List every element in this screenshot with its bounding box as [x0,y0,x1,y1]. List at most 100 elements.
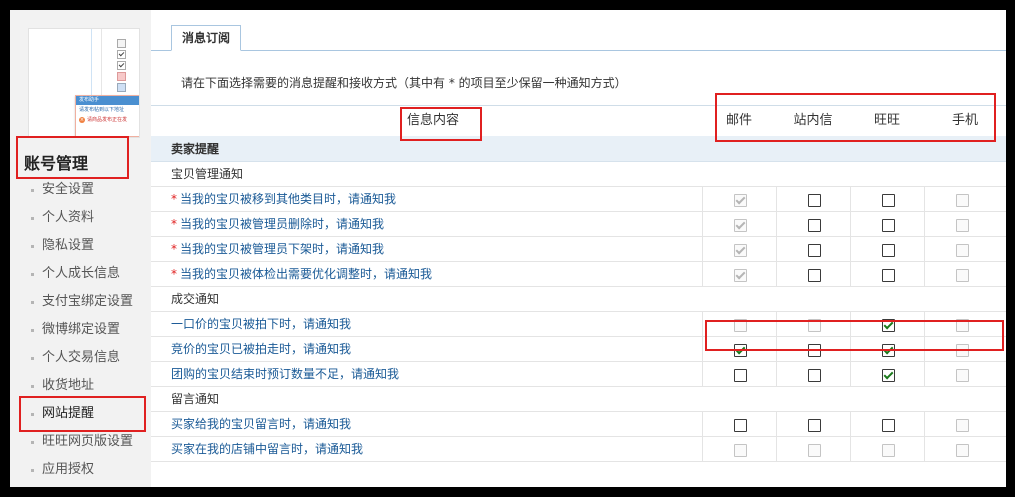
sidebar-item[interactable]: 网站提醒 [10,400,151,428]
thumbnail-popup: 发布助手 请发布帖到以下地址 × 请商品发布正在发 [75,95,139,137]
app-window: 发布助手 请发布帖到以下地址 × 请商品发布正在发 账号管理 安全设置 个人资料 隐私… [10,10,1006,487]
table-row: * 当我的宝贝被移到其他类目时，请通知我 [151,187,1006,212]
email-checkbox[interactable] [733,368,747,382]
wangwang-checkbox[interactable] [881,268,895,282]
required-star: * [171,217,177,231]
row-label: 一口价的宝贝被拍下时，请通知我 [171,312,351,337]
table-row: 买家在我的店铺中留言时，请通知我 [151,437,1006,462]
row-label: * 当我的宝贝被管理员下架时，请通知我 [171,237,384,262]
subscription-table: 卖家提醒 宝贝管理通知 * 当我的宝贝被移到其他类目时，请通知我 * 当我的宝贝被管理员删… [151,136,1006,462]
site-message-checkbox[interactable] [807,193,821,207]
row-label: 竞价的宝贝已被拍走时，请通知我 [171,337,351,362]
wangwang-checkbox [881,443,895,457]
wangwang-checkbox[interactable] [881,418,895,432]
checkbox-cell [850,412,924,437]
wangwang-checkbox[interactable] [881,193,895,207]
sidebar-item[interactable]: 个人成长信息 [10,260,151,288]
section-title: 留言通知 [171,392,220,406]
site-message-checkbox[interactable] [807,343,821,357]
section-title: 账号管理 [24,154,89,173]
row-label: * 当我的宝贝被管理员删除时，请通知我 [171,212,384,237]
preview-thumbnail: 发布助手 请发布帖到以下地址 × 请商品发布正在发 [28,28,140,138]
table-row: * 当我的宝贝被管理员删除时，请通知我 [151,212,1006,237]
row-label-text: 竞价的宝贝已被拍走时，请通知我 [171,342,352,356]
table-row: * 当我的宝贝被体检出需要优化调整时，请通知我 [151,262,1006,287]
instruction-text: 请在下面选择需要的消息提醒和接收方式（其中有 * 的项目至少保留一种通知方式） [181,76,627,90]
table-row: 竞价的宝贝已被拍走时，请通知我 [151,337,1006,362]
sidebar-item[interactable]: 旺旺网页版设置 [10,428,151,456]
site-message-checkbox [807,318,821,332]
row-label-text: 买家给我的宝贝留言时，请通知我 [171,417,352,431]
checkbox-cell [850,362,924,387]
email-checkbox[interactable] [733,418,747,432]
sidebar-item[interactable]: 收货地址 [10,372,151,400]
wangwang-checkbox[interactable] [881,343,895,357]
checkbox-cell [702,412,776,437]
row-label-text: 当我的宝贝被移到其他类目时，请通知我 [180,192,397,206]
popup-line: 请发布帖到以下地址 [79,107,125,113]
tab-message-subscription[interactable]: 消息订阅 [171,25,241,51]
thumbnail-checkbox [117,39,126,48]
row-label-text: 当我的宝贝被管理员下架时，请通知我 [180,242,385,256]
group-title: 卖家提醒 [171,142,220,156]
sidebar-item[interactable]: 个人资料 [10,204,151,232]
thumbnail-checkbox [117,83,126,92]
checkbox-cell [924,437,998,462]
wangwang-checkbox[interactable] [881,243,895,257]
section-row: 成交通知 [151,287,1006,312]
checkbox-cell [702,262,776,287]
checkbox-cell [850,437,924,462]
section-row: 留言通知 [151,387,1006,412]
checkbox-cell [702,187,776,212]
mobile-checkbox [955,368,969,382]
row-label: 买家给我的宝贝留言时，请通知我 [171,412,351,437]
wangwang-checkbox[interactable] [881,368,895,382]
checkbox-cell [776,187,850,212]
site-message-checkbox[interactable] [807,218,821,232]
column-header-email: 邮件 [725,113,752,128]
checkbox-cell [924,312,998,337]
sidebar-item[interactable]: 微博绑定设置 [10,316,151,344]
main-panel: 消息订阅 请在下面选择需要的消息提醒和接收方式（其中有 * 的项目至少保留一种通… [151,10,1006,487]
site-message-checkbox[interactable] [807,268,821,282]
mobile-checkbox [955,418,969,432]
checkbox-cell [924,412,998,437]
row-label: 团购的宝贝结束时预订数量不足，请通知我 [171,362,399,387]
row-label-text: 当我的宝贝被体检出需要优化调整时，请通知我 [180,267,433,281]
sidebar: 发布助手 请发布帖到以下地址 × 请商品发布正在发 账号管理 安全设置 个人资料 隐私… [10,10,151,487]
sidebar-item[interactable]: 隐私设置 [10,232,151,260]
checkbox-cell [776,262,850,287]
email-checkbox [733,243,747,257]
column-header-info: 信息内容 [406,113,459,128]
sidebar-item[interactable]: 支付宝绑定设置 [10,288,151,316]
thumbnail-checkbox [117,50,126,59]
checkbox-cell [850,187,924,212]
thumbnail-checkbox [117,61,126,70]
site-message-checkbox[interactable] [807,368,821,382]
checkbox-cell [924,337,998,362]
sidebar-item[interactable]: 个人交易信息 [10,344,151,372]
column-header-wangwang: 旺旺 [873,113,900,128]
wangwang-checkbox[interactable] [881,218,895,232]
email-checkbox [733,318,747,332]
row-label-text: 买家在我的店铺中留言时，请通知我 [171,442,364,456]
checkbox-cell [776,312,850,337]
row-label: * 当我的宝贝被移到其他类目时，请通知我 [171,187,396,212]
warning-icon: × [79,116,85,123]
checkbox-cell [702,212,776,237]
checkbox-cell [702,437,776,462]
mobile-checkbox [955,243,969,257]
site-message-checkbox[interactable] [807,243,821,257]
checkbox-cell [702,237,776,262]
wangwang-checkbox[interactable] [881,318,895,332]
checkbox-cell [776,437,850,462]
checkbox-cell [850,312,924,337]
email-checkbox[interactable] [733,343,747,357]
row-label: 买家在我的店铺中留言时，请通知我 [171,437,363,462]
checkbox-cell [850,337,924,362]
required-star: * [171,242,177,256]
required-star: * [171,267,177,281]
site-message-checkbox[interactable] [807,418,821,432]
sidebar-item[interactable]: 安全设置 [10,176,151,204]
sidebar-item[interactable]: 应用授权 [10,456,151,484]
